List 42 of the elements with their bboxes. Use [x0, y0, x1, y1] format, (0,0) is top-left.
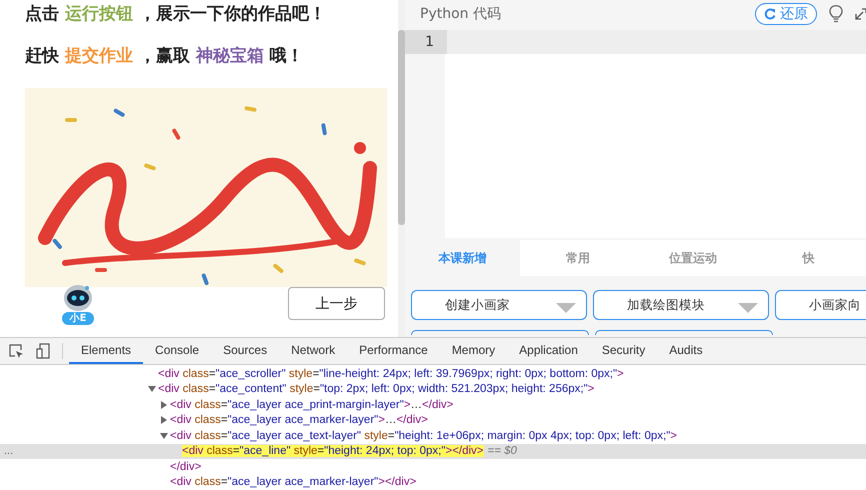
- devtools-tab[interactable]: Elements: [69, 338, 144, 364]
- devtools-tab[interactable]: Audits: [657, 338, 715, 364]
- selection-marker: == $0: [488, 445, 517, 458]
- devtools-tab[interactable]: Performance: [347, 338, 440, 364]
- collapsed-triangle-icon[interactable]: [160, 400, 168, 409]
- instruction-text: 点击 运行按钮 ，展示一下你的作品吧！: [25, 3, 327, 26]
- devtools-tab[interactable]: Sources: [211, 338, 280, 364]
- dom-node[interactable]: <div class="ace_scroller" style="line-height: 24px; left: 39.7969px; right: 0px; bottom: 0px;">: [158, 368, 624, 380]
- device-icon[interactable]: [36, 343, 50, 359]
- expanded-triangle-icon[interactable]: [160, 432, 168, 440]
- editor-title: Python 代码: [420, 5, 502, 23]
- dropdown-caret-icon: [556, 303, 576, 313]
- devtools-tab[interactable]: Memory: [440, 338, 508, 364]
- dom-node[interactable]: <div class="ace_layer ace_marker-layer">…</div>: [170, 414, 428, 426]
- collapsed-triangle-icon[interactable]: [160, 416, 168, 424]
- robot-icon: [63, 284, 93, 312]
- inspect-icon[interactable]: [9, 344, 24, 358]
- line-number: 1: [405, 30, 445, 54]
- dropdown-caret-icon: [738, 303, 758, 313]
- devtools-tab[interactable]: Security: [590, 338, 658, 364]
- dom-node[interactable]: <div class="ace_layer ace_print-margin-layer">…</div>: [170, 398, 454, 411]
- closing-tag: </div>: [170, 460, 202, 473]
- dom-node[interactable]: <div class="ace_layer ace_text-layer" style="height: 1e+06px; margin: 0px 4px; top: 0px; left: 0px;">: [170, 430, 677, 442]
- expanded-triangle-icon[interactable]: [148, 385, 156, 394]
- dom-node[interactable]: <div class="ace_line" style="height: 24px; top: 0px;"></div>: [182, 445, 484, 458]
- dom-node[interactable]: <div class="ace_layer ace_marker-layer"></div>: [170, 476, 416, 488]
- devtools-tab[interactable]: Application: [507, 338, 590, 364]
- instruction-text: 赶快 提交作业 ，赢取 神秘宝箱 哦！: [25, 45, 305, 68]
- refresh-icon: [764, 8, 776, 20]
- code-block-button[interactable]: 小画家向: [775, 290, 866, 320]
- selected-dom-row[interactable]: ... <div class="ace_line" style="height: 24px; top: 0px;"></div> == $0: [0, 444, 866, 459]
- lightbulb-icon[interactable]: [829, 5, 843, 23]
- devtools-tab[interactable]: Console: [143, 338, 212, 364]
- code-block-button[interactable]: 加载绘图模块: [593, 290, 769, 320]
- expand-icon[interactable]: [855, 8, 866, 20]
- scrollbar-thumb[interactable]: [398, 30, 405, 225]
- code-block-button[interactable]: 创建小画家: [411, 290, 587, 320]
- dom-node[interactable]: <div class="ace_content" style="top: 2px; left: 0px; width: 521.203px; height: 256px;">: [158, 383, 594, 396]
- back-button[interactable]: 上一步: [288, 287, 385, 320]
- devtools-tab[interactable]: Network: [279, 338, 348, 364]
- mascot-badge: 小E: [62, 312, 94, 325]
- more-icon[interactable]: ...: [4, 445, 14, 458]
